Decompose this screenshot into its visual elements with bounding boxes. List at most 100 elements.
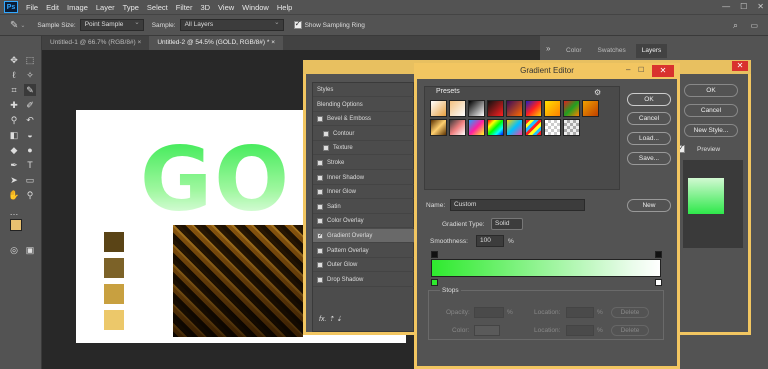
move-tool-icon[interactable]: ✥ — [8, 54, 20, 66]
gradient-cancel-button[interactable]: Cancel — [627, 112, 671, 125]
blur-tool-icon[interactable]: ◆ — [8, 144, 20, 156]
layer-style-checkbox[interactable] — [317, 203, 323, 210]
gradient-preview-bar[interactable] — [431, 259, 661, 277]
sample-select[interactable]: All Layers — [179, 18, 284, 31]
layer-style-item-gradient-overlay[interactable]: ✓ Gradient Overlay — [313, 229, 415, 243]
show-sampling-ring-checkbox[interactable] — [293, 19, 302, 29]
layer-style-item-inner-shadow[interactable]: Inner Shadow — [313, 171, 415, 185]
search-icon[interactable]: ⌕ — [733, 20, 738, 31]
color-stop-right[interactable] — [655, 279, 662, 286]
gradient-load-button[interactable]: Load... — [627, 132, 671, 145]
layer-style-checkbox[interactable] — [317, 174, 323, 181]
menu-image[interactable]: Image — [67, 3, 88, 12]
zoom-tool-icon[interactable]: ⚲ — [24, 189, 36, 201]
preset-swatch[interactable] — [468, 100, 485, 117]
layer-style-item-satin[interactable]: Satin — [313, 200, 415, 214]
lasso-tool-icon[interactable]: ℓ — [8, 69, 20, 81]
color-swatch-field[interactable] — [474, 325, 500, 336]
gradient-type-select[interactable]: Solid — [491, 218, 523, 230]
menu-edit[interactable]: Edit — [46, 3, 59, 12]
menu-help[interactable]: Help — [277, 3, 292, 12]
menu-file[interactable]: File — [26, 3, 38, 12]
preset-swatch[interactable] — [487, 119, 504, 136]
close-icon[interactable]: ✕ — [757, 2, 764, 11]
layer-style-item-outer-glow[interactable]: Outer Glow — [313, 258, 415, 273]
menu-window[interactable]: Window — [242, 3, 269, 12]
preset-swatch[interactable] — [582, 100, 599, 117]
fx-menu-icon[interactable]: fx. ⇡ ⇣ — [319, 315, 342, 323]
preset-swatch[interactable] — [525, 100, 542, 117]
tab-untitled-1[interactable]: Untitled-1 @ 66.7% (RGB/8#) × — [42, 36, 150, 50]
opacity-location-field[interactable] — [566, 307, 594, 318]
preset-swatch[interactable] — [563, 100, 580, 117]
menu-select[interactable]: Select — [147, 3, 168, 12]
foreground-color-swatch[interactable] — [10, 219, 22, 231]
layer-style-ok-button[interactable]: OK — [684, 84, 738, 97]
tab-close-icon[interactable]: × — [271, 39, 275, 46]
minimize-icon[interactable]: – — [626, 65, 636, 77]
opacity-field[interactable] — [474, 307, 504, 318]
preset-swatch[interactable] — [430, 100, 447, 117]
maximize-icon[interactable]: ☐ — [740, 2, 747, 11]
preset-swatch[interactable] — [506, 100, 523, 117]
menu-filter[interactable]: Filter — [176, 3, 193, 12]
gradient-new-button[interactable]: New — [627, 199, 671, 212]
screen-mode-icon[interactable]: ▣ — [24, 244, 36, 256]
tab-untitled-2[interactable]: Untitled-2 @ 54.5% (GOLD, RGB/8#) * × — [149, 36, 284, 50]
eyedropper-icon[interactable]: ✎ — [10, 20, 18, 31]
quick-select-tool-icon[interactable]: ✧ — [24, 69, 36, 81]
layer-style-checkbox[interactable] — [317, 247, 323, 254]
panel-collapse-icon[interactable]: » — [546, 44, 550, 53]
crop-tool-icon[interactable]: ⌗ — [8, 84, 20, 96]
maximize-icon[interactable]: ☐ — [638, 65, 648, 77]
layer-style-item-color-overlay[interactable]: Color Overlay — [313, 214, 415, 229]
layer-style-checkbox[interactable] — [323, 130, 329, 137]
preset-swatch[interactable] — [487, 100, 504, 117]
tab-color[interactable]: Color — [560, 44, 588, 58]
layer-style-item-contour[interactable]: Contour — [313, 127, 415, 141]
preset-swatch[interactable] — [525, 119, 542, 136]
opacity-delete-button[interactable]: Delete — [611, 307, 649, 318]
quick-mask-icon[interactable]: ◎ — [8, 244, 20, 256]
clone-stamp-tool-icon[interactable]: ⚲ — [8, 114, 20, 126]
tab-swatches[interactable]: Swatches — [592, 44, 632, 58]
layer-style-item-pattern-overlay[interactable]: Pattern Overlay — [313, 244, 415, 258]
workspace-icon[interactable]: ▭ — [750, 21, 758, 30]
preset-swatch[interactable] — [544, 119, 561, 136]
presets-gear-icon[interactable]: ⚙ — [594, 88, 601, 97]
layer-style-checkbox[interactable] — [317, 116, 323, 123]
dodge-tool-icon[interactable]: ● — [24, 144, 36, 156]
menu-view[interactable]: View — [218, 3, 234, 12]
history-brush-tool-icon[interactable]: ↶ — [24, 114, 36, 126]
sample-size-select[interactable]: Point Sample — [79, 18, 144, 31]
layer-style-checkbox[interactable] — [323, 145, 329, 152]
layer-style-item-stroke[interactable]: Stroke — [313, 156, 415, 170]
menu-layer[interactable]: Layer — [96, 3, 115, 12]
layer-style-item-inner-glow[interactable]: Inner Glow — [313, 185, 415, 200]
menu-type[interactable]: Type — [123, 3, 139, 12]
gradient-ok-button[interactable]: OK — [627, 93, 671, 106]
healing-tool-icon[interactable]: ✚ — [8, 99, 20, 111]
marquee-tool-icon[interactable]: ⬚ — [24, 54, 36, 66]
layer-style-checkbox[interactable] — [317, 218, 323, 225]
layer-style-checkbox[interactable] — [317, 262, 323, 269]
brush-tool-icon[interactable]: ✐ — [24, 99, 36, 111]
layer-style-item-drop-shadow[interactable]: Drop Shadow — [313, 273, 415, 287]
gradient-editor-close-icon[interactable]: ✕ — [652, 65, 674, 77]
smoothness-input[interactable]: 100 — [476, 235, 504, 247]
hand-tool-icon[interactable]: ✋ — [8, 189, 20, 201]
menu-3d[interactable]: 3D — [200, 3, 210, 12]
opacity-stop-right[interactable] — [655, 251, 662, 258]
layer-style-checkbox[interactable]: ✓ — [317, 233, 323, 239]
eraser-tool-icon[interactable]: ◧ — [8, 129, 20, 141]
layer-style-close-icon[interactable]: ✕ — [732, 61, 748, 71]
preset-swatch[interactable] — [449, 119, 466, 136]
color-location-field[interactable] — [566, 325, 594, 336]
eyedropper-tool-icon[interactable]: ✎ — [24, 84, 36, 96]
gradient-name-input[interactable]: Custom — [450, 199, 585, 211]
preset-swatch[interactable] — [506, 119, 523, 136]
layer-style-item-blending-options[interactable]: Blending Options — [313, 98, 415, 112]
opacity-stop-left[interactable] — [431, 251, 438, 258]
layer-style-cancel-button[interactable]: Cancel — [684, 104, 738, 117]
preset-swatch[interactable] — [468, 119, 485, 136]
